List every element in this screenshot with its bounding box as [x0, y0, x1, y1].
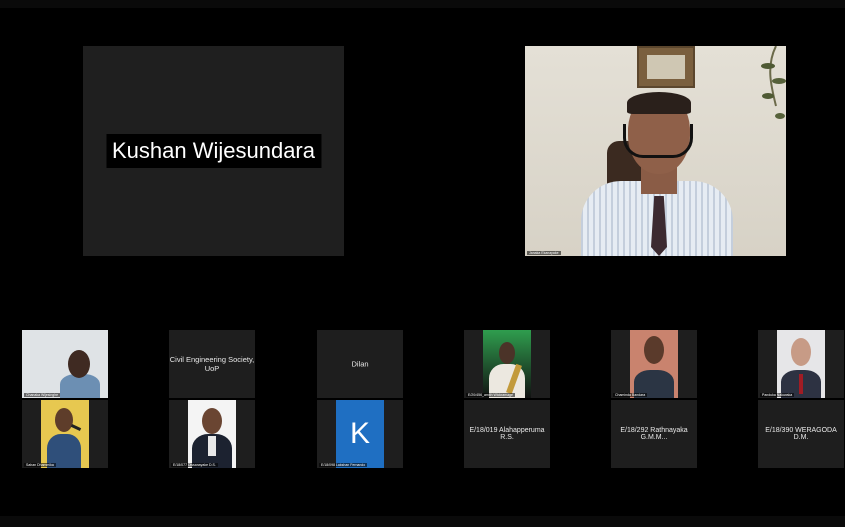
- participant-tile[interactable]: E/18/019 Alahapperuma R.S.: [464, 400, 550, 468]
- bottom-border: [0, 516, 845, 527]
- participant-tile[interactable]: Chaminda Bandara: [611, 330, 697, 398]
- participant-tile[interactable]: E/18/077 Dissanayake D.S.: [169, 400, 255, 468]
- participant-tile[interactable]: E/20/456_amith Wickramage: [464, 330, 550, 398]
- avatar: K: [336, 400, 384, 468]
- participant-tile-video-speaker[interactable]: Janaka Ekanayake: [525, 46, 786, 256]
- participant-tile[interactable]: Dilan: [317, 330, 403, 398]
- participant-name-card: Kushan Wijesundara: [105, 134, 322, 168]
- participant-tile[interactable]: Panduka Naluwaka: [758, 330, 844, 398]
- participant-video: [483, 330, 531, 398]
- participant-tile[interactable]: Civil Engineering Society, UoP: [169, 330, 255, 398]
- speaker-caption: Janaka Ekanayake: [527, 251, 561, 255]
- speaker-video: [525, 46, 786, 256]
- participant-tile[interactable]: Sahan Dhammika: [22, 400, 108, 468]
- participant-caption: Chanaka Wijesinghe: [24, 393, 61, 397]
- participant-video: [777, 330, 825, 398]
- speaker-hair: [627, 92, 691, 114]
- participant-video: [41, 400, 89, 468]
- meeting-gallery-view: Kushan Wijesundara Janaka Ekanayake Chan…: [0, 0, 845, 527]
- participant-video: [22, 330, 108, 398]
- participant-tile[interactable]: K E/18/098 Lakshan Fernando: [317, 400, 403, 468]
- participant-name: Civil Engineering Society, UoP: [169, 355, 255, 373]
- participant-tile-kushan[interactable]: Kushan Wijesundara: [83, 46, 344, 256]
- participant-caption: E/20/456_amith Wickramage: [466, 393, 515, 397]
- plant-icon: [761, 46, 786, 119]
- participant-tile[interactable]: E/18/292 Rathnayaka G.M.M...: [611, 400, 697, 468]
- participant-tile[interactable]: E/18/390 WERAGODA D.M.: [758, 400, 844, 468]
- participant-video: [630, 330, 678, 398]
- participant-caption: Sahan Dhammika: [24, 463, 56, 467]
- participant-caption: Chaminda Bandara: [613, 393, 648, 397]
- participant-caption: Panduka Naluwaka: [760, 393, 795, 397]
- participant-name: E/18/390 WERAGODA D.M.: [765, 427, 837, 441]
- headset-icon: [623, 124, 693, 158]
- participant-caption: E/18/077 Dissanayake D.S.: [171, 463, 218, 467]
- participant-video: [188, 400, 236, 468]
- participant-caption: E/18/098 Lakshan Fernando: [319, 463, 368, 467]
- participant-tile[interactable]: Chanaka Wijesinghe: [22, 330, 108, 398]
- participant-name: E/18/019 Alahapperuma R.S.: [469, 427, 545, 441]
- participant-name: Dilan: [351, 359, 369, 369]
- wall-frame: [637, 46, 695, 88]
- top-border: [0, 0, 845, 8]
- participant-name: E/18/292 Rathnayaka G.M.M...: [620, 427, 688, 441]
